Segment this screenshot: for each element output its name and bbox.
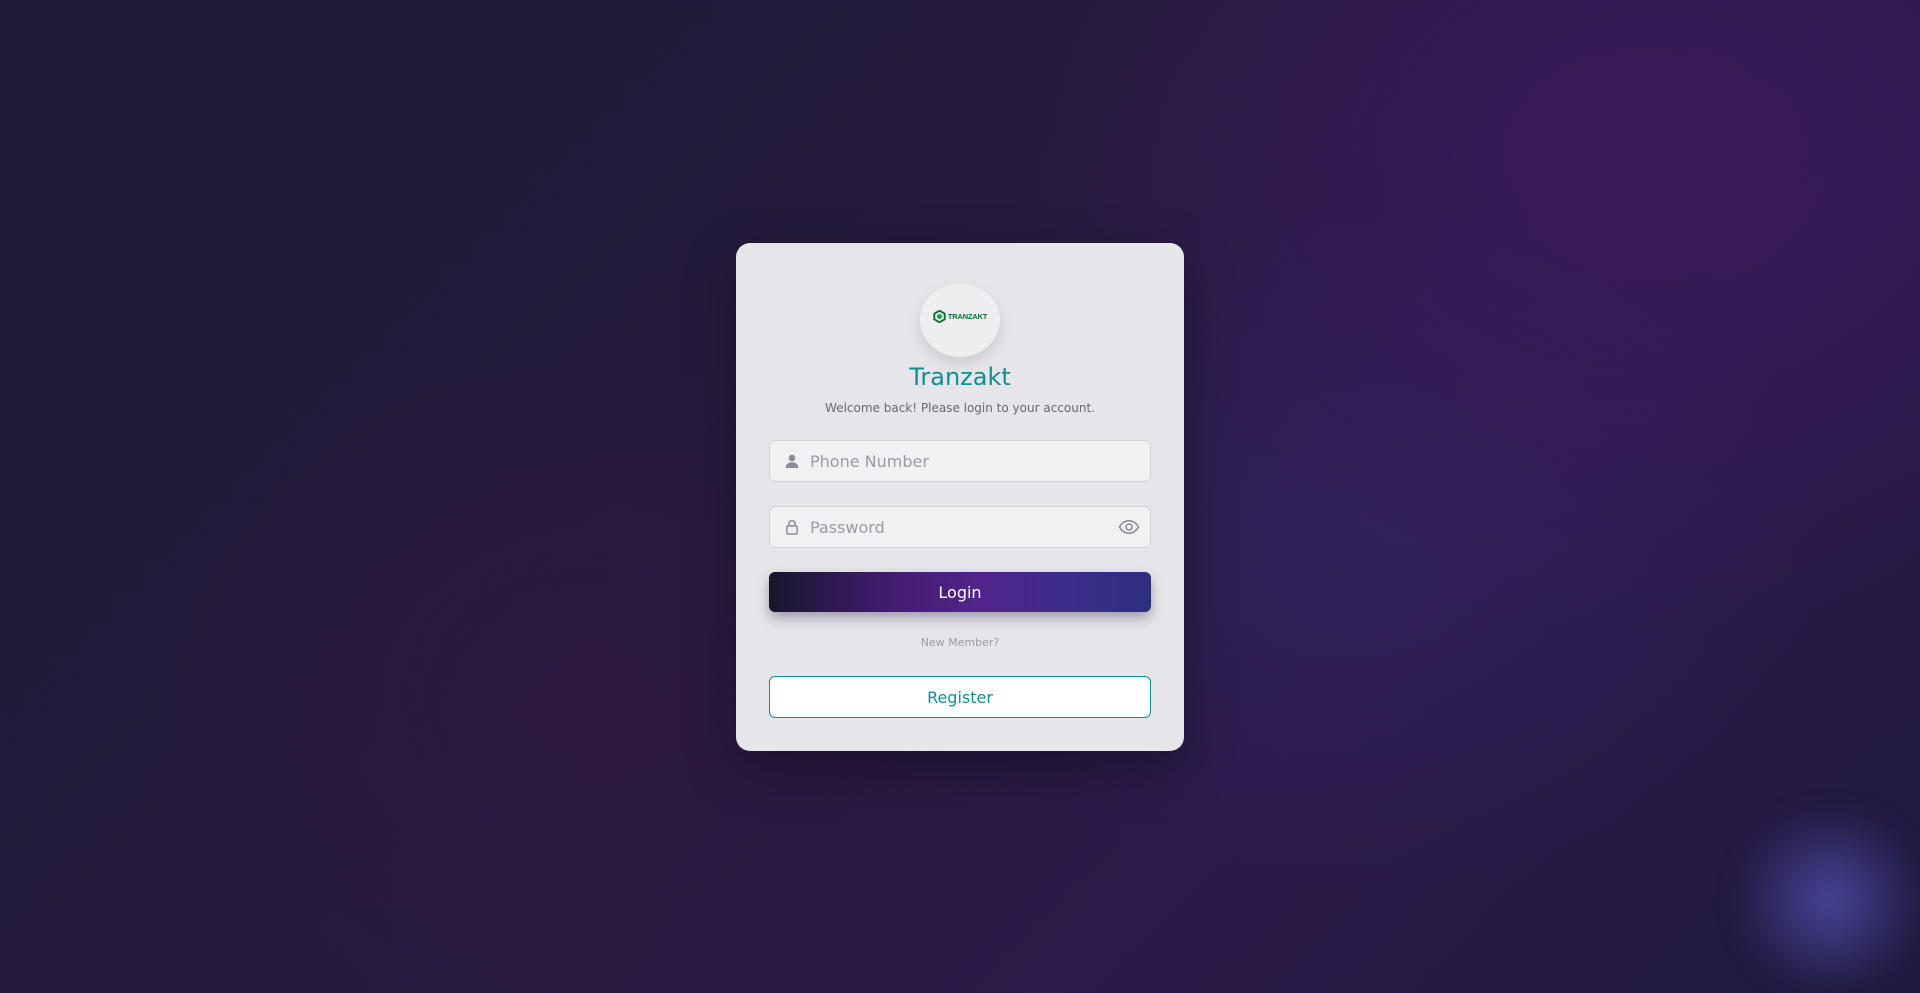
logo-badge: TRANZAKT [920,283,1000,357]
logo-text: TRANZAKT [947,311,988,321]
tranzakt-logo: TRANZAKT [933,309,988,323]
new-member-text: New Member? [920,636,1000,649]
phone-field[interactable] [769,440,1151,482]
register-button[interactable]: Register [769,676,1151,718]
login-card: TRANZAKT Tranzakt Welcome back! Please l… [736,243,1184,751]
password-field[interactable] [769,506,1151,548]
brand-title: Tranzakt [909,363,1011,391]
logo-mark-icon [933,309,946,323]
eye-icon[interactable] [1118,519,1140,535]
phone-input[interactable] [810,441,1150,481]
password-input[interactable] [810,507,1118,547]
background-glow [1730,815,1920,985]
lock-icon [786,519,798,535]
login-button[interactable]: Login [769,572,1151,612]
user-icon [785,454,799,468]
welcome-subtitle: Welcome back! Please login to your accou… [825,401,1095,415]
